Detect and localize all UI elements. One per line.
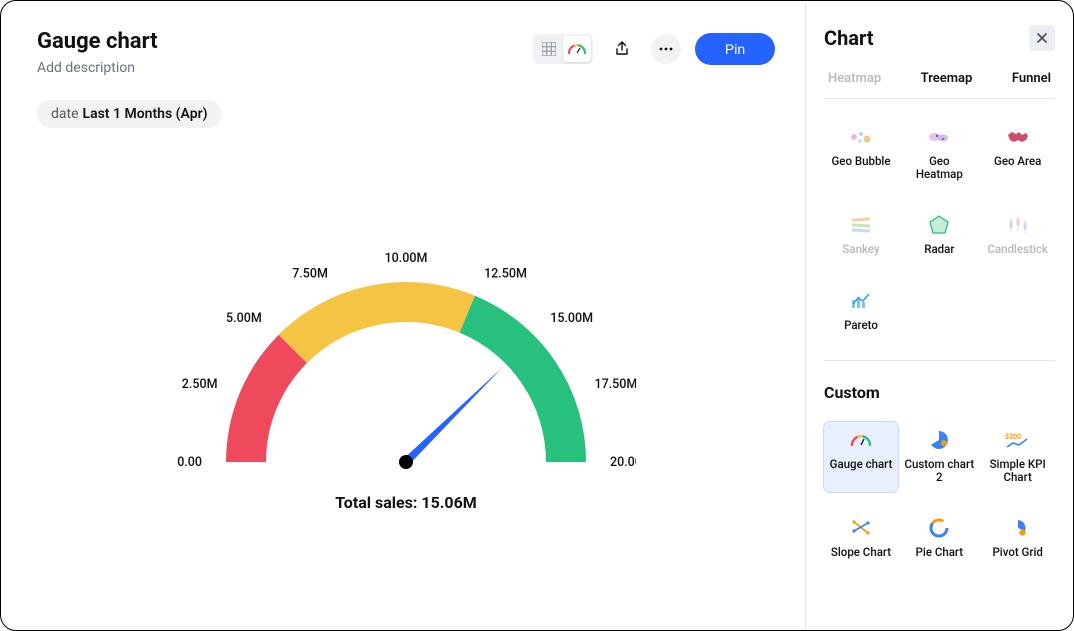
svg-text:0.00: 0.00 [177,455,202,470]
svg-text:5.00M: 5.00M [226,310,262,325]
share-icon [615,41,629,57]
gauge-icon [848,430,874,450]
chart-card-label: Radar [924,243,954,256]
chart-card-custom-2[interactable]: Custom chart 2 [902,422,976,492]
gauge-summary: Total sales: 15.06M [335,493,477,512]
chart-card-label: Custom chart 2 [904,458,974,484]
chart-card-geo-bubble[interactable]: Geo Bubble [824,119,898,189]
chart-card-label: Geo Area [994,155,1041,168]
chart-card-label: Slope Chart [831,546,891,559]
chart-card-label: Geo Bubble [831,155,890,168]
geo-area-icon [1005,127,1031,147]
pivot-icon [1005,518,1031,538]
svg-text:$300: $300 [1005,433,1021,441]
chart-category-tabs: Heatmap Treemap Funnel [824,71,1055,99]
chart-card-sankey[interactable]: Sankey [824,207,898,264]
filter-chip[interactable]: date Last 1 Months (Apr) [37,100,222,128]
chart-card-pie[interactable]: Pie Chart [902,510,976,567]
gauge-view-button[interactable] [563,36,591,62]
chart-card-label: Pareto [844,319,878,332]
chart-card-gauge[interactable]: Gauge chart [824,422,898,492]
svg-text:17.50M: 17.50M [594,376,636,391]
geo-bubble-icon [848,127,874,147]
gauge-chart: 0.00 2.50M 5.00M 7.50M 10.00M 12.50M 15.00M 17.… [37,128,775,610]
tab-funnel[interactable]: Funnel [1012,71,1051,86]
chart-card-label: Sankey [842,243,879,256]
side-panel-title: Chart [824,26,874,50]
chart-card-label: Geo Heatmap [904,155,974,181]
svg-text:2.50M: 2.50M [182,376,218,391]
svg-text:7.50M: 7.50M [292,266,328,281]
chart-card-label: Pivot Grid [992,546,1042,559]
gauge-summary-label: Total sales: [335,493,417,512]
pareto-icon [848,291,874,311]
chart-card-candlestick[interactable]: Candlestick [981,207,1055,264]
chart-card-label: Pie Chart [916,546,964,559]
tab-heatmap[interactable]: Heatmap [828,71,881,86]
pie-person-icon [926,430,952,450]
chart-card-pivot-grid[interactable]: Pivot Grid [981,510,1055,567]
share-button[interactable] [607,34,637,64]
chart-card-label: Candlestick [987,243,1047,256]
chart-card-geo-area[interactable]: Geo Area [981,119,1055,189]
close-icon [1036,32,1048,44]
kpi-icon: $300 [1005,430,1031,450]
radar-icon [926,215,952,235]
geo-heatmap-icon [926,127,952,147]
chart-card-pareto[interactable]: Pareto [824,283,898,340]
toolbar: Pin [533,33,775,65]
gauge-summary-value: 15.06M [421,493,476,512]
table-view-button[interactable] [535,36,563,62]
description-placeholder[interactable]: Add description [37,60,158,76]
view-toggle [533,34,593,64]
filter-key: date [51,106,79,122]
svg-text:15.00M: 15.00M [550,310,593,325]
svg-text:20.00M: 20.00M [610,455,636,470]
close-button[interactable] [1029,25,1055,51]
svg-text:12.50M: 12.50M [484,266,527,281]
pie-icon [926,518,952,538]
filter-value: Last 1 Months (Apr) [83,106,208,122]
sankey-icon [848,215,874,235]
chart-card-label: Simple KPI Chart [983,458,1053,484]
chart-card-label: Gauge chart [830,458,893,471]
page-title: Gauge chart [37,29,158,54]
section-custom-label: Custom [824,383,1055,402]
pin-button[interactable]: Pin [695,33,775,65]
more-button[interactable] [651,34,681,64]
table-icon [542,42,556,56]
chart-card-radar[interactable]: Radar [902,207,976,264]
svg-text:10.00M: 10.00M [385,251,428,266]
gauge-icon [568,42,586,56]
chart-card-simple-kpi[interactable]: $300 Simple KPI Chart [981,422,1055,492]
slope-icon [848,518,874,538]
chart-card-geo-heatmap[interactable]: Geo Heatmap [902,119,976,189]
more-icon [659,47,673,51]
chart-side-panel: Chart Heatmap Treemap Funnel Geo Bubble … [805,1,1073,630]
chart-card-slope[interactable]: Slope Chart [824,510,898,567]
candlestick-icon [1005,215,1031,235]
tab-treemap[interactable]: Treemap [921,71,973,86]
